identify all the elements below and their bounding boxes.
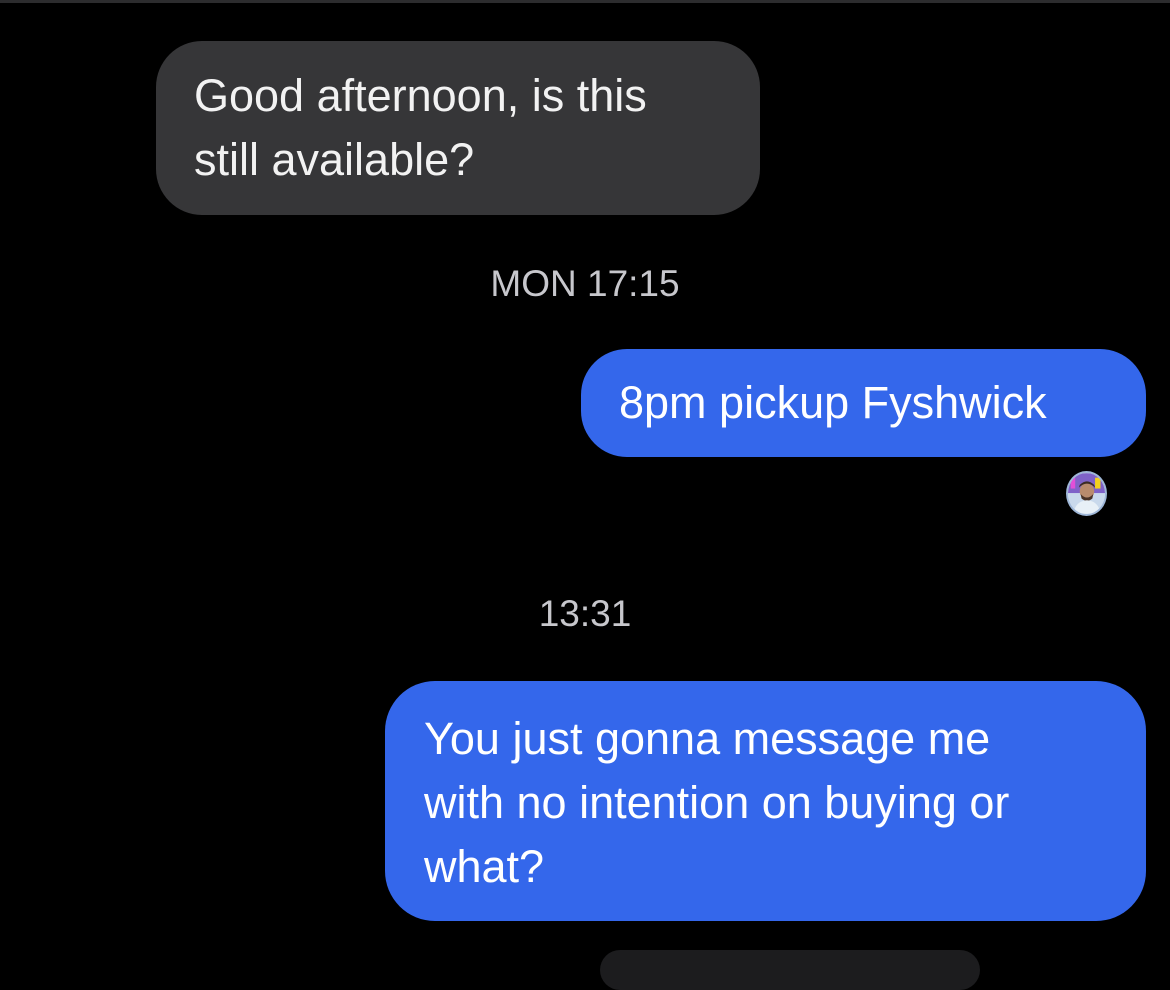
outgoing-message-bubble[interactable]: 8pm pickup Fyshwick	[581, 349, 1146, 457]
message-timestamp: 13:31	[538, 593, 632, 634]
incoming-message-bubble[interactable]: Good afternoon, is this still available?	[156, 41, 760, 215]
message-timestamp: MON 17:15	[490, 263, 680, 304]
read-receipt-avatar-icon	[1066, 471, 1107, 516]
outgoing-message-bubble[interactable]: You just gonna message me with no intent…	[385, 681, 1146, 921]
partially-visible-message-bubble	[600, 950, 980, 990]
top-divider	[0, 0, 1170, 3]
